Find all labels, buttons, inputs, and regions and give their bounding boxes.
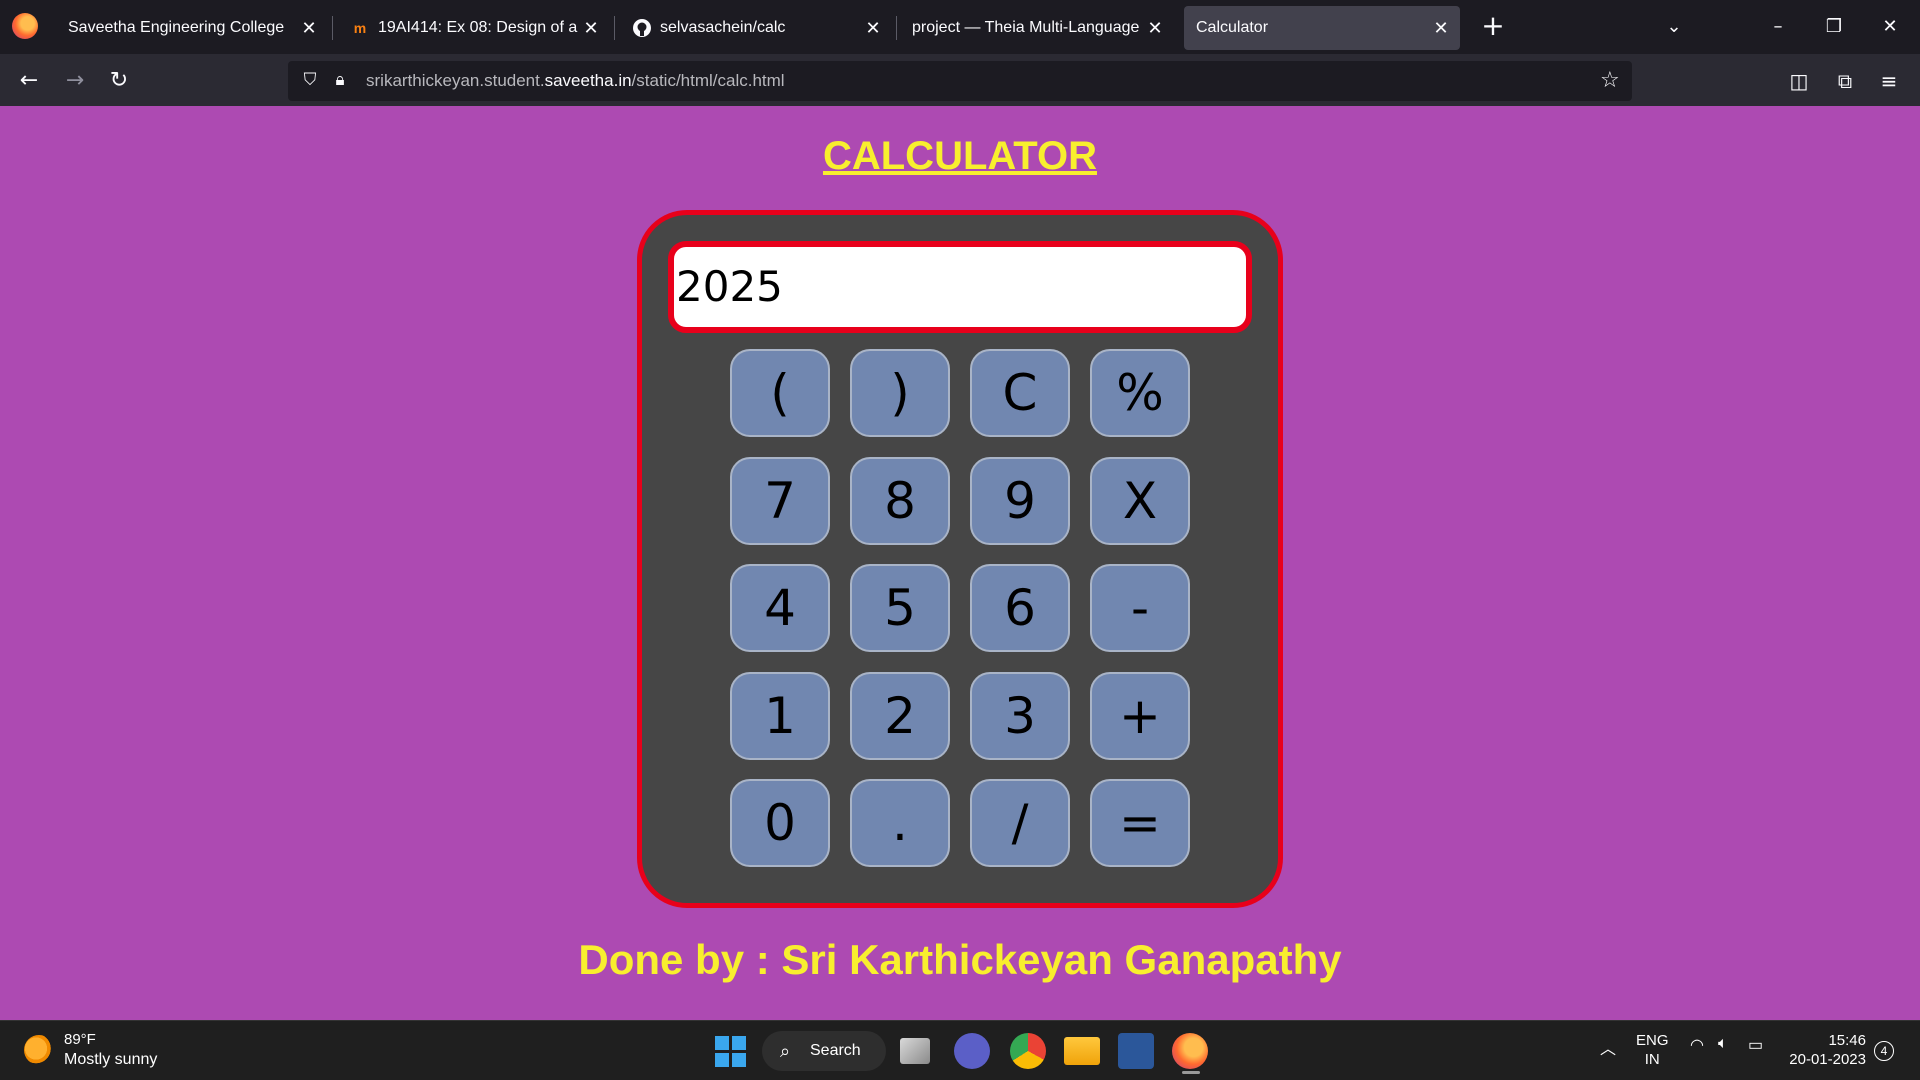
url-text[interactable]: srikarthickeyan.student.saveetha.in/stat… <box>366 71 785 91</box>
key-8[interactable]: 8 <box>850 457 950 545</box>
key-percent[interactable]: % <box>1090 349 1190 437</box>
new-tab-button[interactable]: + <box>1476 10 1510 44</box>
battery-icon[interactable]: ▭ <box>1748 1035 1763 1055</box>
tab-divider <box>614 16 615 40</box>
key-clear[interactable]: C <box>970 349 1070 437</box>
volume-icon[interactable]: 🔈︎ <box>1718 1035 1728 1053</box>
lock-icon[interactable]: 🔒︎ <box>328 70 352 92</box>
tab-saveetha[interactable]: Saveetha Engineering College ✕ <box>54 6 328 50</box>
tab-divider <box>332 16 333 40</box>
tab-title: Calculator <box>1196 19 1269 36</box>
extensions-icon[interactable]: ⧉ <box>1828 64 1862 98</box>
page-title: CALCULATOR <box>822 134 1098 178</box>
task-view-icon[interactable] <box>900 1038 930 1064</box>
chrome-icon[interactable] <box>1010 1033 1046 1069</box>
close-icon[interactable]: ✕ <box>1430 18 1452 39</box>
close-icon[interactable]: ✕ <box>298 18 320 39</box>
calculator-display[interactable]: 2025 <box>668 241 1252 333</box>
tab-moodle[interactable]: m 19AI414: Ex 08: Design of a Star ✕ <box>336 6 610 50</box>
system-clock[interactable]: 15:46 20-01-2023 <box>1786 1031 1866 1069</box>
github-icon <box>632 18 652 38</box>
clock-time: 15:46 <box>1828 1032 1866 1049</box>
region-code: IN <box>1644 1051 1660 1068</box>
key-3[interactable]: 3 <box>970 672 1070 760</box>
key-2[interactable]: 2 <box>850 672 950 760</box>
minimize-icon[interactable]: – <box>1758 8 1798 46</box>
taskbar: 89°F Mostly sunny ⌕ Search ︿ ENG IN ◠ 🔈︎… <box>0 1020 1920 1080</box>
chevron-up-icon[interactable]: ︿ <box>1600 1035 1616 1059</box>
bookmark-star-icon[interactable]: ☆ <box>1600 68 1620 93</box>
language-indicator[interactable]: ENG IN <box>1636 1031 1669 1069</box>
tab-title: project — Theia Multi-Language Ex <box>912 19 1144 36</box>
calculator-body: 2025 ( ) C % 7 8 9 X 4 5 6 - 1 2 3 + 0 .… <box>637 210 1283 908</box>
word-icon[interactable] <box>1118 1033 1154 1069</box>
key-decimal[interactable]: . <box>850 779 950 867</box>
tab-calculator[interactable]: Calculator ✕ <box>1184 6 1460 50</box>
author-credit: Done by : Sri Karthickeyan Ganapathy <box>578 936 1342 983</box>
taskbar-search[interactable]: ⌕ Search <box>762 1031 886 1071</box>
url-prefix: srikarthickeyan.student. <box>366 71 545 90</box>
windows-start-icon[interactable] <box>712 1033 748 1069</box>
key-open-paren[interactable]: ( <box>730 349 830 437</box>
close-icon[interactable]: ✕ <box>1144 18 1166 39</box>
tab-title: Saveetha Engineering College <box>68 19 285 36</box>
clock-date: 20-01-2023 <box>1789 1051 1866 1068</box>
firefox-logo-icon[interactable] <box>12 13 38 39</box>
notification-badge[interactable]: 4 <box>1874 1041 1894 1061</box>
restore-icon[interactable]: ❐ <box>1814 8 1854 46</box>
tab-bar: Saveetha Engineering College ✕ m 19AI414… <box>0 0 1920 54</box>
key-equals[interactable]: = <box>1090 779 1190 867</box>
file-explorer-icon[interactable] <box>1064 1037 1100 1065</box>
forward-arrow-icon[interactable]: → <box>58 64 92 98</box>
hamburger-menu-icon[interactable]: ≡ <box>1872 64 1906 98</box>
key-5[interactable]: 5 <box>850 564 950 652</box>
pocket-icon[interactable]: ◫ <box>1782 64 1816 98</box>
tab-title: selvasachein/calc <box>660 19 786 36</box>
chevron-down-icon[interactable]: ⌄ <box>1654 8 1694 46</box>
url-host: saveetha.in <box>544 71 632 90</box>
close-icon[interactable]: ✕ <box>862 18 884 39</box>
tab-divider <box>896 16 897 40</box>
key-multiply[interactable]: X <box>1090 457 1190 545</box>
active-app-indicator <box>1182 1071 1200 1074</box>
firefox-taskbar-icon[interactable] <box>1172 1033 1208 1069</box>
reload-icon[interactable]: ↻ <box>102 64 136 98</box>
tab-theia[interactable]: project — Theia Multi-Language Ex ✕ <box>900 6 1174 50</box>
url-path: /static/html/calc.html <box>631 71 785 90</box>
teams-chat-icon[interactable] <box>954 1033 990 1069</box>
navigation-bar: ← → ↻ ⛉ 🔒︎ srikarthickeyan.student.savee… <box>0 54 1920 106</box>
key-9[interactable]: 9 <box>970 457 1070 545</box>
key-4[interactable]: 4 <box>730 564 830 652</box>
shield-icon[interactable]: ⛉ <box>298 70 322 92</box>
key-minus[interactable]: - <box>1090 564 1190 652</box>
close-icon[interactable]: ✕ <box>580 18 602 39</box>
moodle-icon: m <box>353 20 367 36</box>
weather-description[interactable]: Mostly sunny <box>64 1051 157 1069</box>
language-code: ENG <box>1636 1032 1669 1049</box>
search-label: Search <box>810 1042 861 1059</box>
window-close-icon[interactable]: ✕ <box>1870 8 1910 46</box>
weather-sun-icon[interactable] <box>24 1035 54 1065</box>
wifi-icon[interactable]: ◠ <box>1690 1035 1704 1055</box>
key-plus[interactable]: + <box>1090 672 1190 760</box>
key-1[interactable]: 1 <box>730 672 830 760</box>
key-6[interactable]: 6 <box>970 564 1070 652</box>
tab-github[interactable]: selvasachein/calc ✕ <box>618 6 892 50</box>
url-bar[interactable]: ⛉ 🔒︎ srikarthickeyan.student.saveetha.in… <box>288 61 1632 101</box>
back-arrow-icon[interactable]: ← <box>12 64 46 98</box>
key-divide[interactable]: / <box>970 779 1070 867</box>
key-close-paren[interactable]: ) <box>850 349 950 437</box>
key-0[interactable]: 0 <box>730 779 830 867</box>
key-7[interactable]: 7 <box>730 457 830 545</box>
weather-temperature[interactable]: 89°F <box>64 1031 96 1048</box>
page-content: CALCULATOR 2025 ( ) C % 7 8 9 X 4 5 6 - … <box>0 106 1920 1020</box>
search-icon: ⌕ <box>780 1041 791 1061</box>
tab-title: 19AI414: Ex 08: Design of a Star <box>378 19 580 36</box>
